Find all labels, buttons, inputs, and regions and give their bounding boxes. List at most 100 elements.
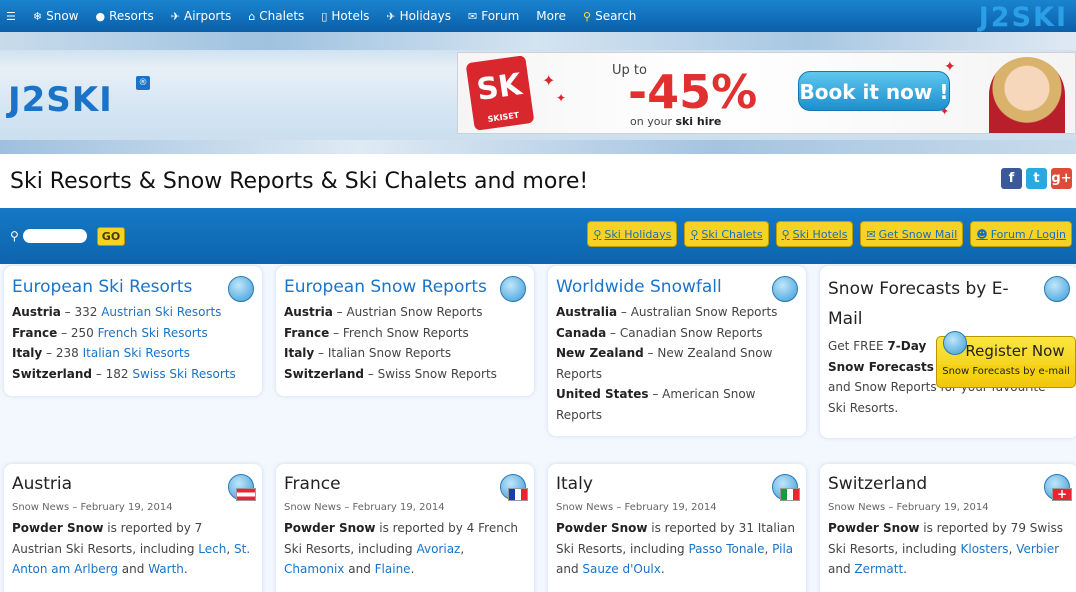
link[interactable]: Chamonix xyxy=(284,562,344,576)
nav-logo[interactable]: J2SKI xyxy=(979,2,1068,33)
link[interactable]: Klosters xyxy=(960,542,1008,556)
link[interactable]: Zermatt xyxy=(854,562,903,576)
news-text: Powder Snow is reported by 31 Italian Sk… xyxy=(556,521,795,576)
austria-flag-icon xyxy=(236,488,256,501)
go-button[interactable]: GO xyxy=(96,226,126,246)
googleplus-icon[interactable]: g+ xyxy=(1051,168,1072,189)
globe-icon: ● xyxy=(95,9,106,23)
news-text: Powder Snow is reported by 4 French Ski … xyxy=(284,521,519,576)
link[interactable]: Pila xyxy=(772,542,793,556)
card-snow-forecasts: Snow Forecasts by E-Mail Get FREE 7-Day … xyxy=(820,266,1076,438)
card-title[interactable]: Worldwide Snowfall xyxy=(556,274,798,300)
nav-item-snow[interactable]: ❄ Snow xyxy=(33,9,79,23)
link[interactable]: Passo Tonale xyxy=(688,542,764,556)
news-meta: Snow News – February 19, 2014 xyxy=(556,502,717,513)
twitter-icon[interactable]: t xyxy=(1026,168,1047,189)
nav-item-holidays[interactable]: ✈ Holidays xyxy=(386,9,451,23)
top-nav: ☰ ❄ Snow ● Resorts ✈ Airports ⌂ Chalets ▯ Hot… xyxy=(0,0,1076,33)
switzerland-flag-icon: + xyxy=(1052,488,1072,501)
forum-login-button[interactable]: ☻ Forum / Login xyxy=(970,221,1072,247)
user-icon: ☻ xyxy=(976,227,988,241)
link[interactable]: Italian Ski Resorts xyxy=(83,346,190,360)
list-item[interactable]: Austria – Austrian Snow Reports xyxy=(284,302,526,323)
nav-item-resorts[interactable]: ● Resorts xyxy=(95,9,153,23)
list-item: Italy – 238 Italian Ski Resorts xyxy=(12,346,191,360)
link[interactable]: Swiss Ski Resorts xyxy=(132,367,235,381)
header-decoration xyxy=(0,140,1076,154)
card-title[interactable]: France xyxy=(284,472,526,496)
ski-holidays-button[interactable]: ⚲ Ski Holidays xyxy=(587,221,678,247)
card-worldwide-snowfall: Worldwide Snowfall Australia – Australia… xyxy=(548,266,806,436)
list-item[interactable]: United States – American Snow Reports xyxy=(556,384,798,425)
list-item[interactable]: Canada – Canadian Snow Reports xyxy=(556,323,798,344)
register-now-button[interactable]: Register Now Snow Forecasts by e-mail xyxy=(936,331,1076,388)
banner-discount: -45% xyxy=(628,65,758,119)
link[interactable]: Lech xyxy=(198,542,226,556)
star-icon: ✦ xyxy=(556,91,567,105)
card-title[interactable]: Switzerland xyxy=(828,472,1070,496)
nav-item-hotels[interactable]: ▯ Hotels xyxy=(321,9,369,23)
list-item: Switzerland – 182 Swiss Ski Resorts xyxy=(12,366,236,381)
news-card-austria: Austria Snow News – February 19, 2014 Po… xyxy=(4,464,262,592)
building-icon: ▯ xyxy=(321,9,328,23)
list-item[interactable]: Australia – Australian Snow Reports xyxy=(556,302,798,323)
list-item[interactable]: Switzerland – Swiss Snow Reports xyxy=(284,364,526,385)
news-meta: Snow News – February 19, 2014 xyxy=(828,502,989,513)
card-title[interactable]: Austria xyxy=(12,472,254,496)
link[interactable]: Verbier xyxy=(1016,542,1059,556)
news-card-france: France Snow News – February 19, 2014 Pow… xyxy=(276,464,534,592)
snow-globe-icon xyxy=(943,331,967,355)
nav-item-search[interactable]: ⚲ Search xyxy=(583,9,636,23)
news-card-switzerland: Switzerland + Snow News – February 19, 2… xyxy=(820,464,1076,592)
ad-banner[interactable]: SK SKISET ✦ ✦ ✦ ✦ Up to -45% on your ski … xyxy=(457,52,1076,134)
chat-icon: ✉ xyxy=(468,9,478,23)
news-text: Powder Snow is reported by 7 Austrian Sk… xyxy=(12,521,251,576)
list-item[interactable]: New Zealand – New Zealand Snow Reports xyxy=(556,343,798,384)
link[interactable]: Sauze d'Oulx xyxy=(582,562,660,576)
mail-icon: ✉ xyxy=(866,227,876,241)
search-icon: ⚲ xyxy=(690,227,699,241)
italy-flag-icon xyxy=(780,488,800,501)
card-title[interactable]: European Ski Resorts xyxy=(12,274,254,300)
link[interactable]: Warth xyxy=(148,562,184,576)
link[interactable]: French Ski Resorts xyxy=(98,326,208,340)
nav-item-chalets[interactable]: ⌂ Chalets xyxy=(248,9,304,23)
search-input[interactable] xyxy=(22,229,87,243)
card-title[interactable]: European Snow Reports xyxy=(284,274,526,300)
news-meta: Snow News – February 19, 2014 xyxy=(284,502,445,513)
snow-globe-icon xyxy=(772,276,798,302)
snow-globe-icon xyxy=(500,276,526,302)
ski-hotels-button[interactable]: ⚲ Ski Hotels xyxy=(775,221,854,247)
link[interactable]: Austrian Ski Resorts xyxy=(101,305,221,319)
search-icon: ⚲ xyxy=(583,9,592,23)
snow-mail-button[interactable]: ✉ Get Snow Mail xyxy=(860,221,964,247)
news-text: Powder Snow is reported by 79 Swiss Ski … xyxy=(828,521,1064,576)
list-item[interactable]: Italy – Italian Snow Reports xyxy=(284,343,526,364)
mountain-icon xyxy=(228,276,254,302)
card-title: Snow Forecasts by E-Mail xyxy=(828,279,1009,329)
search-icon: ⚲ xyxy=(593,227,602,241)
plane-icon: ✈ xyxy=(386,9,396,23)
nav-item-forum[interactable]: ✉ Forum xyxy=(468,9,519,23)
social-links: f t g+ xyxy=(1001,168,1072,189)
list-item[interactable]: France – French Snow Reports xyxy=(284,323,526,344)
banner-hire: on your ski hire xyxy=(630,115,722,128)
news-meta: Snow News – February 19, 2014 xyxy=(12,502,173,513)
ski-chalets-button[interactable]: ⚲ Ski Chalets xyxy=(684,221,769,247)
logo-badge: ® xyxy=(136,76,150,90)
link[interactable]: Avoriaz xyxy=(416,542,460,556)
nav-item-airports[interactable]: ✈ Airports xyxy=(171,9,232,23)
news-row: Austria Snow News – February 19, 2014 Po… xyxy=(4,464,1076,592)
snowflake-icon: ❄ xyxy=(32,9,43,23)
home-icon: ⌂ xyxy=(248,9,256,23)
search-icon: ⚲ xyxy=(781,227,790,241)
title-bar: Ski Resorts & Snow Reports & Ski Chalets… xyxy=(0,154,1076,208)
card-title[interactable]: Italy xyxy=(556,472,798,496)
nav-item-more[interactable]: More xyxy=(536,9,566,23)
book-now-button[interactable]: Book it now ! xyxy=(798,71,950,111)
site-logo[interactable]: J2SKI xyxy=(8,80,113,120)
link[interactable]: Flaine xyxy=(375,562,411,576)
star-icon: ✦ xyxy=(542,71,556,90)
facebook-icon[interactable]: f xyxy=(1001,168,1022,189)
hamburger-icon[interactable]: ☰ xyxy=(6,10,16,23)
